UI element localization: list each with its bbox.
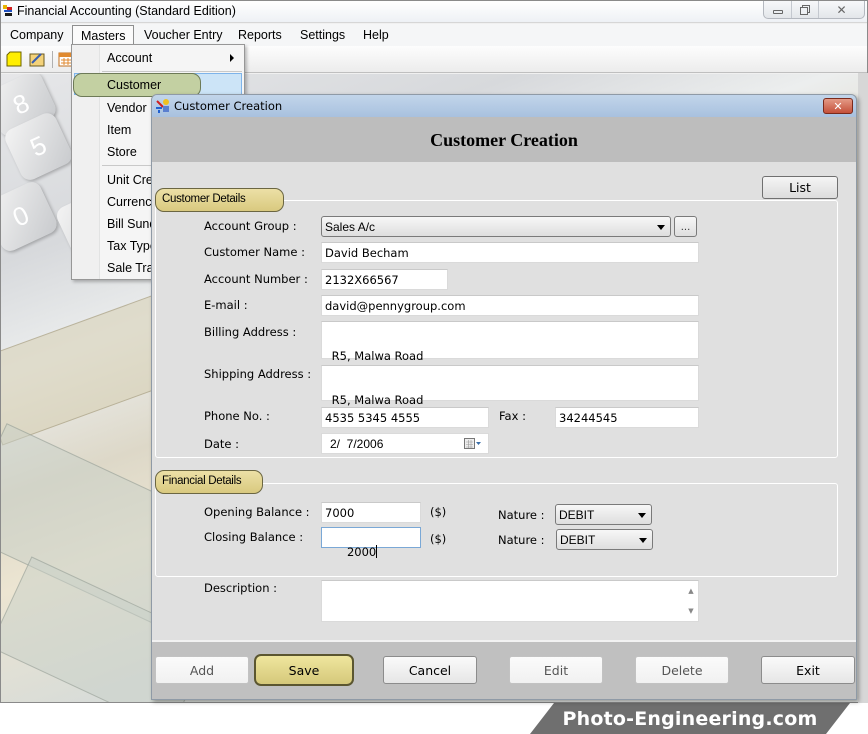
email-input[interactable]: david@pennygroup.com	[321, 295, 699, 316]
watermark-banner: Photo-Engineering.com	[530, 703, 850, 734]
page-title: Customer Creation	[430, 130, 578, 150]
date-value: 2/ 7/2006	[330, 437, 384, 451]
opening-balance-currency: ($)	[430, 505, 447, 519]
closing-balance-currency: ($)	[430, 532, 447, 546]
minimize-icon	[772, 9, 783, 14]
menu-bar: Company Masters Voucher Entry Reports Se…	[1, 24, 867, 46]
toolbar-separator	[52, 51, 53, 68]
chevron-down-icon	[638, 513, 646, 518]
scroll-down-icon[interactable]: ▼	[686, 607, 696, 615]
calendar-dropdown-icon[interactable]	[464, 438, 482, 450]
app-title: Financial Accounting (Standard Edition)	[17, 4, 236, 18]
account-group-select[interactable]: Sales A/c	[321, 216, 671, 237]
billing-address-label: Billing Address :	[204, 325, 297, 339]
menu-company[interactable]: Company	[2, 25, 72, 46]
menu-separator	[102, 71, 242, 72]
fax-input[interactable]: 34244545	[555, 407, 699, 428]
calculator-key: 0	[1, 178, 60, 255]
customer-name-input[interactable]: David Becham	[321, 242, 699, 263]
menu-settings[interactable]: Settings	[292, 25, 353, 46]
restore-button[interactable]	[791, 1, 818, 18]
window-edge	[858, 73, 868, 703]
close-icon: ✕	[833, 99, 843, 113]
submenu-arrow-icon	[230, 54, 234, 62]
dialog-title: Customer Creation	[174, 99, 283, 113]
list-button[interactable]: List	[762, 176, 838, 199]
account-group-browse-button[interactable]: ...	[674, 216, 697, 237]
opening-nature-select[interactable]: DEBIT	[555, 504, 652, 525]
window-controls: ✕	[763, 1, 865, 19]
closing-balance-label: Closing Balance :	[204, 530, 304, 544]
opening-nature-value: DEBIT	[559, 508, 595, 522]
chevron-down-icon	[657, 225, 665, 230]
email-label: E-mail :	[204, 298, 248, 312]
new-icon[interactable]	[6, 51, 22, 67]
account-number-label: Account Number :	[204, 272, 308, 286]
customer-icon	[156, 99, 169, 113]
app-logo-icon	[3, 5, 12, 16]
menu-item-label: Account	[107, 51, 153, 65]
description-scrollbar[interactable]: ▲ ▼	[684, 581, 698, 621]
account-number-input[interactable]: 2132X66567	[321, 269, 448, 290]
title-bar: Financial Accounting (Standard Edition) …	[1, 1, 867, 23]
closing-nature-select[interactable]: DEBIT	[556, 529, 653, 550]
dialog-close-button[interactable]: ✕	[823, 98, 853, 114]
close-button[interactable]: ✕	[818, 1, 864, 18]
restore-icon	[800, 4, 810, 15]
dialog-footer: Add Save Cancel Edit Delete Exit	[152, 640, 856, 699]
financial-details-legend: Financial Details	[155, 470, 263, 494]
shipping-address-line1: R5, Malwa Road	[328, 393, 424, 407]
opening-nature-label: Nature :	[498, 508, 545, 522]
customer-details-legend: Customer Details	[155, 188, 284, 212]
menu-reports[interactable]: Reports	[230, 25, 290, 46]
edit-button[interactable]: Edit	[509, 656, 603, 684]
cancel-button[interactable]: Cancel	[383, 656, 477, 684]
closing-balance-value: 2000	[346, 545, 377, 559]
chevron-down-icon	[639, 538, 647, 543]
dialog-body: List Customer Details Account Group : Sa…	[152, 162, 856, 640]
scroll-up-icon[interactable]: ▲	[686, 587, 696, 595]
closing-nature-label: Nature :	[498, 533, 545, 547]
customer-creation-dialog: Customer Creation ✕ Customer Creation Li…	[151, 94, 857, 700]
phone-label: Phone No. :	[204, 409, 270, 423]
customer-name-label: Customer Name :	[204, 245, 305, 259]
save-button[interactable]: Save	[254, 654, 354, 686]
text-caret	[376, 545, 378, 558]
menu-item-account[interactable]: Account	[74, 47, 242, 69]
billing-address-input[interactable]: R5, Malwa Road Corona	[321, 321, 699, 402]
menu-masters[interactable]: Masters	[72, 25, 135, 46]
shipping-address-input[interactable]: R5, Malwa Road Corona	[321, 365, 699, 446]
exit-button[interactable]: Exit	[761, 656, 855, 684]
account-group-label: Account Group :	[204, 219, 297, 233]
billing-address-line1: R5, Malwa Road	[328, 349, 424, 363]
description-input[interactable]	[321, 580, 699, 622]
opening-balance-input[interactable]: 7000	[321, 502, 421, 523]
dialog-title-bar: Customer Creation ✕	[152, 95, 856, 117]
menu-voucher-entry[interactable]: Voucher Entry	[136, 25, 231, 46]
dialog-header: Customer Creation	[152, 117, 856, 162]
minimize-button[interactable]	[764, 1, 791, 18]
closing-balance-input[interactable]: 2000	[321, 527, 421, 559]
delete-button[interactable]: Delete	[635, 656, 729, 684]
open-icon[interactable]	[29, 51, 45, 67]
fax-label: Fax :	[499, 409, 526, 423]
date-label: Date :	[204, 437, 240, 451]
description-label: Description :	[204, 581, 278, 595]
menu-help[interactable]: Help	[355, 25, 397, 46]
close-icon: ✕	[836, 2, 847, 17]
shipping-address-label: Shipping Address :	[204, 367, 312, 381]
phone-input[interactable]: 4535 5345 4555	[321, 407, 489, 428]
account-group-value: Sales A/c	[325, 220, 376, 234]
opening-balance-label: Opening Balance :	[204, 505, 310, 519]
date-picker[interactable]: 2/ 7/2006	[321, 433, 489, 454]
add-button[interactable]: Add	[155, 656, 249, 684]
closing-nature-value: DEBIT	[560, 533, 596, 547]
